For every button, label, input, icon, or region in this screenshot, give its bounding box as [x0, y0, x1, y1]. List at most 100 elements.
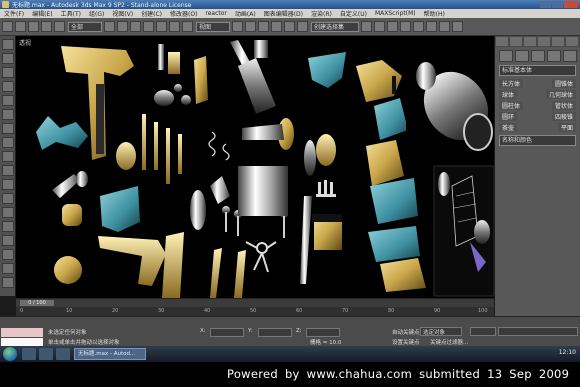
tool-icon[interactable] — [2, 81, 14, 92]
tool-icon[interactable] — [2, 39, 14, 50]
rotate-button[interactable] — [169, 21, 180, 32]
motion-tab-icon[interactable] — [538, 37, 550, 46]
tool-icon[interactable] — [2, 67, 14, 78]
object-type-dropdown[interactable]: 标准基本体 — [499, 65, 576, 76]
menu-group[interactable]: 组(G) — [89, 9, 104, 18]
taskbar-app-button[interactable]: 无标题.max - Autod... — [74, 348, 146, 360]
menu-modifiers[interactable]: 修改器(O) — [170, 9, 197, 18]
object-type-button[interactable]: 球体 — [499, 90, 518, 99]
link-button[interactable] — [28, 21, 39, 32]
menu-maxscript[interactable]: MAXScript(M) — [375, 10, 416, 17]
pivot-center-button[interactable] — [232, 21, 243, 32]
menu-file[interactable]: 文件(F) — [4, 9, 24, 18]
render-scene-button[interactable] — [439, 21, 450, 32]
tool-icon[interactable] — [2, 53, 14, 64]
maximize-button[interactable] — [552, 1, 563, 8]
object-type-button[interactable]: 管状体 — [551, 101, 576, 110]
tool-icon[interactable] — [2, 123, 14, 134]
object-type-button[interactable]: 平面 — [557, 123, 576, 132]
shapes-icon[interactable] — [515, 50, 529, 62]
helpers-icon[interactable] — [563, 50, 577, 62]
snaps-toggle-button[interactable] — [258, 21, 269, 32]
mirror-button[interactable] — [361, 21, 372, 32]
menu-reactor[interactable]: reactor — [205, 10, 227, 17]
selected-dropdown[interactable]: 选定对象 — [420, 327, 462, 336]
selection-region-button[interactable] — [130, 21, 141, 32]
menu-tools[interactable]: 工具(T) — [61, 9, 81, 18]
tool-icon[interactable] — [2, 165, 14, 176]
tool-icon[interactable] — [2, 179, 14, 190]
start-button[interactable] — [3, 347, 17, 361]
maxscript-input[interactable] — [1, 338, 43, 346]
3dsmax-app-icon[interactable] — [2, 1, 9, 8]
playback-controls[interactable] — [470, 327, 496, 336]
object-type-button[interactable]: 圆锥体 — [551, 79, 576, 88]
move-button[interactable] — [156, 21, 167, 32]
tool-icon[interactable] — [2, 277, 14, 288]
auto-key-button[interactable]: 自动关键点 — [392, 328, 420, 336]
menu-help[interactable]: 帮助(H) — [424, 9, 445, 18]
named-selection-sets-input[interactable]: 创建选择集 — [311, 21, 359, 32]
menu-animation[interactable]: 动画(A) — [235, 9, 256, 18]
undo-button[interactable] — [2, 21, 13, 32]
menu-graph-editors[interactable]: 图表编辑器(D) — [264, 9, 303, 18]
unlink-button[interactable] — [41, 21, 52, 32]
utilities-tab-icon[interactable] — [566, 37, 578, 46]
tool-icon[interactable] — [2, 249, 14, 260]
viewport-label[interactable]: 透视 — [19, 38, 31, 47]
spinner-snap-button[interactable] — [297, 21, 308, 32]
tool-icon[interactable] — [2, 151, 14, 162]
tool-icon[interactable] — [2, 95, 14, 106]
angle-snap-button[interactable] — [271, 21, 282, 32]
quick-render-button[interactable] — [452, 21, 463, 32]
key-filters-button[interactable]: 关键点过滤器... — [430, 338, 468, 346]
track-bar-ruler[interactable]: 0 10 20 30 40 50 60 70 80 90 100 — [16, 307, 494, 316]
render-frame-top[interactable] — [406, 58, 494, 158]
quicklaunch-icon[interactable] — [22, 348, 36, 360]
select-by-name-button[interactable] — [117, 21, 128, 32]
object-type-button[interactable]: 几何球体 — [545, 90, 576, 99]
layer-manager-button[interactable] — [387, 21, 398, 32]
curve-editor-button[interactable] — [400, 21, 411, 32]
cameras-icon[interactable] — [547, 50, 561, 62]
tool-icon[interactable] — [2, 137, 14, 148]
tool-icon[interactable] — [2, 263, 14, 274]
modify-tab-icon[interactable] — [510, 37, 522, 46]
select-object-button[interactable] — [104, 21, 115, 32]
viewport-navigation-controls[interactable] — [498, 327, 578, 336]
object-type-button[interactable]: 圆柱体 — [499, 101, 524, 110]
window-crossing-button[interactable] — [143, 21, 154, 32]
z-coord-field[interactable] — [306, 328, 340, 337]
selection-filter-dropdown[interactable]: 全部 — [68, 21, 102, 32]
menu-edit[interactable]: 编辑(E) — [32, 9, 52, 18]
display-tab-icon[interactable] — [552, 37, 564, 46]
perspective-viewport[interactable]: 透视 — [16, 36, 494, 298]
reference-coordinate-dropdown[interactable]: 视图 — [196, 21, 230, 32]
tool-icon[interactable] — [2, 193, 14, 204]
hierarchy-tab-icon[interactable] — [524, 37, 536, 46]
menu-create[interactable]: 创建(C) — [141, 9, 162, 18]
create-tab-icon[interactable] — [496, 37, 508, 46]
object-type-button[interactable]: 茶壶 — [499, 123, 518, 132]
material-editor-button[interactable] — [426, 21, 437, 32]
object-type-button[interactable]: 四棱锥 — [551, 112, 576, 121]
maxscript-listener-mini[interactable] — [1, 328, 43, 337]
object-type-button[interactable]: 长方体 — [499, 79, 524, 88]
time-slider-track[interactable]: 0 / 100 — [16, 298, 494, 307]
render-frame-bottom[interactable] — [430, 160, 494, 298]
lights-icon[interactable] — [531, 50, 545, 62]
quicklaunch-icon[interactable] — [39, 348, 53, 360]
geometry-icon[interactable] — [499, 50, 513, 62]
y-coord-field[interactable] — [258, 328, 292, 337]
minimize-button[interactable] — [540, 1, 551, 8]
bind-space-warp-button[interactable] — [54, 21, 65, 32]
align-button[interactable] — [374, 21, 385, 32]
menu-rendering[interactable]: 渲染(R) — [311, 9, 332, 18]
scale-button[interactable] — [182, 21, 193, 32]
tool-icon[interactable] — [2, 235, 14, 246]
object-type-button[interactable]: 圆环 — [499, 112, 518, 121]
percent-snap-button[interactable] — [284, 21, 295, 32]
quicklaunch-icon[interactable] — [56, 348, 70, 360]
menu-views[interactable]: 视图(V) — [112, 9, 133, 18]
select-manipulate-button[interactable] — [245, 21, 256, 32]
